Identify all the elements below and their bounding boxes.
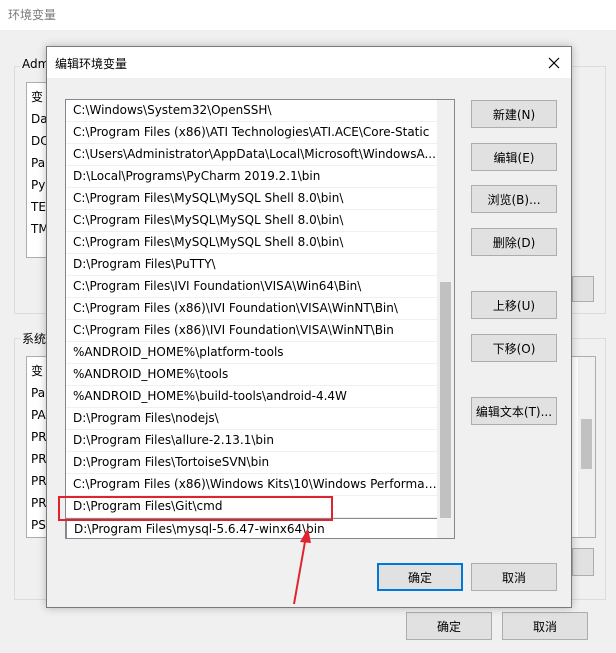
dialog-titlebar: 编辑环境变量 [47, 47, 571, 78]
list-item[interactable]: C:\Program Files\MySQL\MySQL Shell 8.0\b… [66, 210, 438, 232]
browse-button[interactable]: 浏览(B)... [471, 185, 557, 213]
list-item[interactable]: D:\Program Files\TortoiseSVN\bin [66, 452, 438, 474]
path-list-scroll-thumb[interactable] [440, 282, 451, 518]
list-item[interactable]: PR [31, 449, 47, 469]
list-item[interactable]: %ANDROID_HOME%\build-tools\android-4.4W [66, 386, 438, 408]
system-variables-group-label: 系统 [20, 330, 49, 347]
list-item[interactable]: C:\Program Files\MySQL\MySQL Shell 8.0\b… [66, 232, 438, 254]
dialog-ok-button[interactable]: 确定 [377, 563, 463, 591]
list-item[interactable]: Py [31, 175, 45, 195]
path-entries-list[interactable]: C:\Windows\System32\OpenSSH\ C:\Program F… [65, 99, 455, 539]
edit-env-variable-dialog: 编辑环境变量 C:\Windows\System32\OpenSSH\ C:\Pr… [46, 46, 572, 608]
list-item[interactable]: C:\Users\Administrator\AppData\Local\Mic… [66, 144, 438, 166]
delete-button[interactable]: 删除(D) [471, 228, 557, 256]
list-item[interactable]: D:\Program Files\allure-2.13.1\bin [66, 430, 438, 452]
highlight-annotation-box [58, 496, 333, 521]
path-entry-edit-field[interactable]: D:\Program Files\mysql-5.6.47-winx64\bin [66, 518, 438, 538]
close-button[interactable] [543, 52, 565, 74]
dialog-title: 编辑环境变量 [55, 57, 128, 71]
move-up-button[interactable]: 上移(U) [471, 291, 557, 319]
background-ok-button[interactable]: 确定 [406, 612, 492, 640]
list-item[interactable]: D:\Local\Programs\PyCharm 2019.2.1\bin [66, 166, 438, 188]
list-item[interactable]: C:\Program Files (x86)\IVI Foundation\VI… [66, 320, 438, 342]
background-window-title: 环境变量 [8, 8, 57, 22]
list-item[interactable]: %ANDROID_HOME%\platform-tools [66, 342, 438, 364]
list-item[interactable]: C:\Program Files (x86)\ATI Technologies\… [66, 122, 438, 144]
list-item[interactable]: PR [31, 493, 47, 513]
list-item[interactable]: TE [31, 197, 46, 217]
new-button[interactable]: 新建(N) [471, 100, 557, 128]
list-item[interactable]: C:\Program Files (x86)\IVI Foundation\VI… [66, 298, 438, 320]
list-item[interactable]: D:\Program Files\nodejs\ [66, 408, 438, 430]
path-list-scrollbar[interactable] [437, 100, 454, 538]
edit-text-button[interactable]: 编辑文本(T)... [471, 397, 557, 425]
list-item[interactable]: %ANDROID_HOME%\tools [66, 364, 438, 386]
close-icon [548, 57, 560, 69]
list-item[interactable]: PR [31, 427, 47, 447]
background-titlebar: 环境变量 [0, 0, 616, 30]
list-item[interactable]: PS [31, 515, 46, 535]
background-cancel-button[interactable]: 取消 [502, 612, 588, 640]
list-item[interactable]: 变 [31, 87, 43, 107]
move-down-button[interactable]: 下移(O) [471, 334, 557, 362]
list-item[interactable]: C:\Program Files\MySQL\MySQL Shell 8.0\b… [66, 188, 438, 210]
system-list-scrollbar[interactable] [578, 357, 595, 537]
list-item[interactable]: Pa [31, 383, 45, 403]
list-item[interactable]: PA [31, 405, 46, 425]
system-variables-button-fragment[interactable] [572, 548, 594, 576]
list-item[interactable]: C:\Windows\System32\OpenSSH\ [66, 100, 438, 122]
path-entries-rows: C:\Windows\System32\OpenSSH\ C:\Program F… [66, 100, 438, 538]
list-item[interactable]: C:\Program Files (x86)\Windows Kits\10\W… [66, 474, 438, 496]
system-list-scroll-thumb[interactable] [581, 419, 592, 469]
list-item[interactable]: C:\Program Files\IVI Foundation\VISA\Win… [66, 276, 438, 298]
list-item[interactable]: Pa [31, 153, 45, 173]
user-variables-button-fragment[interactable] [572, 276, 594, 302]
list-item[interactable]: 变 [31, 361, 43, 381]
edit-button[interactable]: 编辑(E) [471, 143, 557, 171]
list-item[interactable]: D:\Program Files\PuTTY\ [66, 254, 438, 276]
list-item[interactable]: PR [31, 471, 47, 491]
dialog-cancel-button[interactable]: 取消 [471, 563, 557, 591]
